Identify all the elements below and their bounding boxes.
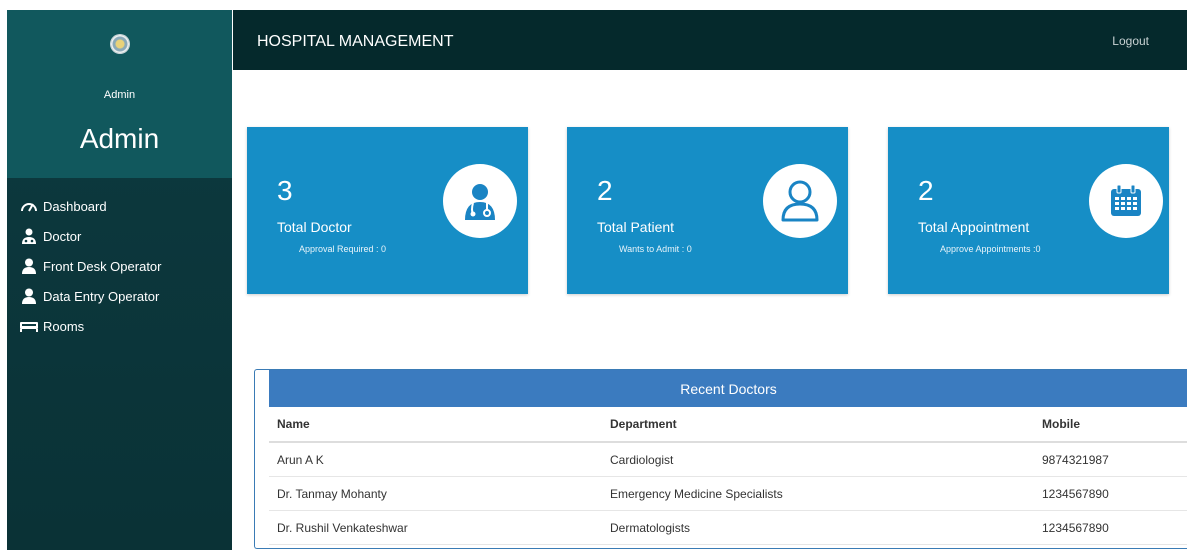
user-icon	[19, 258, 39, 274]
table-row: Arun A K Cardiologist 9874321987	[269, 442, 1187, 477]
panel-title: Recent Doctors	[269, 370, 1187, 407]
card-title: Total Appointment	[918, 219, 1030, 235]
cell-name: Dr. Tanmay Mohanty	[269, 476, 602, 511]
card-value: 2	[597, 175, 613, 206]
sidebar-item-label: Dashboard	[43, 198, 107, 214]
column-header-department: Department	[602, 407, 1034, 443]
card-value: 2	[918, 175, 934, 206]
card-subtitle: Approve Appointments :0	[940, 244, 1041, 254]
total-appointment-card[interactable]: 2 Total Appointment Approve Appointments…	[888, 127, 1169, 294]
sidebar-item-label: Data Entry Operator	[43, 288, 160, 304]
bed-icon	[19, 318, 39, 334]
sidebar-nav: Dashboard Doctor Front Desk Operator Dat…	[7, 191, 232, 341]
cell-name: Arun A K	[269, 442, 602, 477]
table-row: Dr. Tanmay Mohanty Emergency Medicine Sp…	[269, 476, 1187, 511]
cell-department: Cardiologist	[602, 442, 1034, 477]
sidebar-item-label: Front Desk Operator	[43, 258, 162, 274]
doctor-icon	[19, 228, 39, 244]
sidebar-profile: Admin Admin	[7, 10, 232, 178]
recent-doctors-panel: Recent Doctors Name Department Mobile Ar…	[254, 369, 1187, 549]
calendar-icon	[1089, 164, 1163, 238]
user-outline-icon	[763, 164, 837, 238]
card-subtitle: Approval Required : 0	[299, 244, 387, 254]
cell-mobile: 1234567890	[1034, 476, 1187, 511]
sidebar-item-data-entry-operator[interactable]: Data Entry Operator	[7, 281, 232, 311]
total-doctor-card[interactable]: 3 Total Doctor Approval Required : 0	[247, 127, 528, 294]
cell-department: Emergency Medicine Specialists	[602, 476, 1034, 511]
cell-mobile: 1234567890	[1034, 510, 1187, 545]
column-header-name: Name	[269, 407, 602, 443]
sidebar-item-front-desk-operator[interactable]: Front Desk Operator	[7, 251, 232, 281]
sidebar-item-label: Rooms	[43, 318, 85, 334]
recent-doctors-table: Name Department Mobile Arun A K Cardiolo…	[269, 407, 1187, 545]
sidebar-item-doctor[interactable]: Doctor	[7, 221, 232, 251]
logout-link[interactable]: Logout	[1112, 34, 1149, 48]
dashboard-gauge-icon	[19, 198, 39, 214]
card-title: Total Patient	[597, 219, 675, 235]
top-header: HOSPITAL MANAGEMENT Logout	[233, 10, 1187, 70]
table-header-row: Name Department Mobile	[269, 407, 1187, 443]
user-icon	[19, 288, 39, 304]
card-value: 3	[277, 175, 293, 206]
sidebar-item-rooms[interactable]: Rooms	[7, 311, 232, 341]
avatar	[111, 35, 129, 53]
total-patient-card[interactable]: 2 Total Patient Wants to Admit : 0	[567, 127, 848, 294]
cell-name: Dr. Rushil Venkateshwar	[269, 510, 602, 545]
profile-name: Admin	[79, 123, 160, 154]
cell-department: Dermatologists	[602, 510, 1034, 545]
column-header-mobile: Mobile	[1034, 407, 1187, 443]
cell-mobile: 9874321987	[1034, 442, 1187, 477]
sidebar: Admin Admin Dashboard Doctor Front Desk …	[7, 10, 232, 550]
sidebar-item-dashboard[interactable]: Dashboard	[7, 191, 232, 221]
profile-role: Admin	[103, 89, 136, 101]
page-title: HOSPITAL MANAGEMENT	[257, 33, 454, 50]
card-subtitle: Wants to Admit : 0	[619, 244, 692, 254]
table-row: Dr. Rushil Venkateshwar Dermatologists 1…	[269, 510, 1187, 545]
sidebar-item-label: Doctor	[43, 228, 82, 244]
doctor-icon	[443, 164, 517, 238]
card-title: Total Doctor	[277, 219, 352, 235]
